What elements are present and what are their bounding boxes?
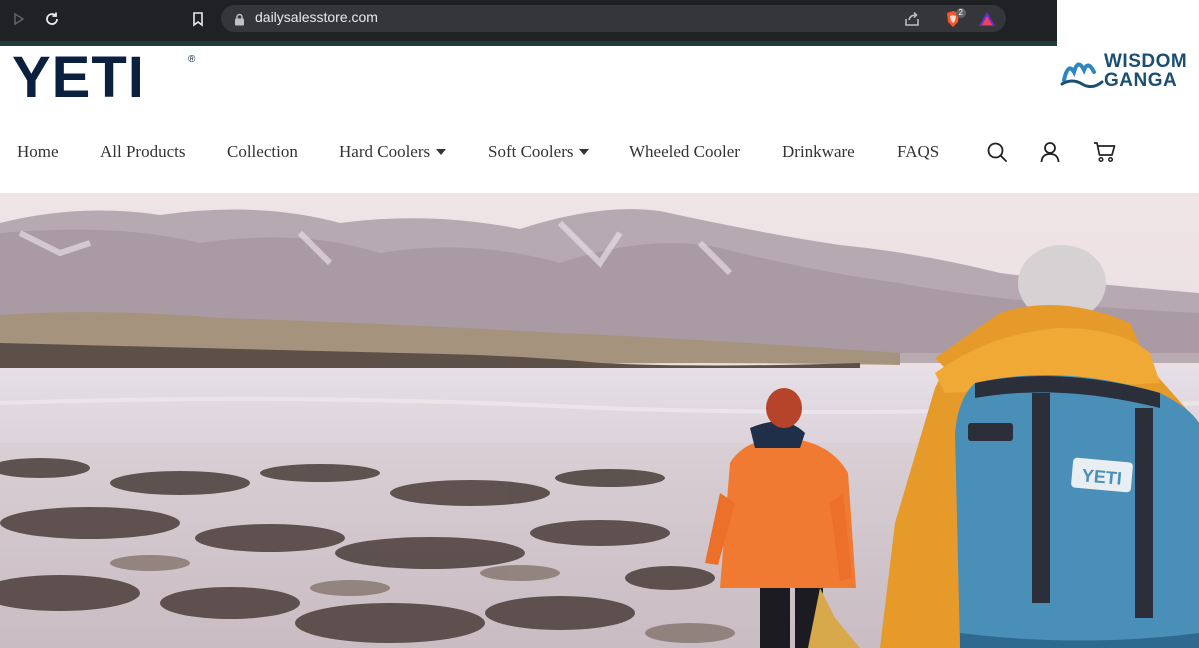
main-navigation: Home All Products Collection Hard Cooler…: [0, 130, 1199, 174]
brave-rewards-icon[interactable]: [977, 9, 997, 29]
wisdom-ganga-watermark: WISDOM GANGA: [1060, 50, 1199, 96]
watermark-line1: WISDOM: [1104, 51, 1188, 72]
reload-icon[interactable]: [41, 8, 63, 30]
hero-banner[interactable]: YETI: [0, 193, 1199, 648]
nav-soft-coolers[interactable]: Soft Coolers: [488, 142, 590, 162]
bag-logo: YETI: [1081, 465, 1123, 488]
watermark-line2: GANGA: [1104, 70, 1178, 91]
nav-label: Hard Coolers: [339, 142, 431, 161]
wave-logo-icon: [1060, 62, 1104, 89]
lock-icon: [229, 9, 249, 29]
nav-drinkware[interactable]: Drinkware: [782, 142, 855, 162]
nav-label: Collection: [227, 142, 298, 161]
nav-home[interactable]: Home: [17, 142, 59, 162]
brave-shield-icon[interactable]: 2: [943, 8, 966, 29]
nav-collection[interactable]: Collection: [227, 142, 298, 162]
nav-faqs[interactable]: FAQS: [897, 142, 939, 162]
nav-label: Wheeled Cooler: [629, 142, 740, 161]
play-icon[interactable]: [8, 8, 30, 30]
registered-mark: ®: [188, 54, 196, 65]
nav-hard-coolers[interactable]: Hard Coolers: [339, 142, 447, 162]
nav-label: Home: [17, 142, 59, 161]
extension-badge: 2: [955, 8, 966, 18]
cart-icon[interactable]: [1093, 140, 1117, 164]
nav-label: All Products: [100, 142, 186, 161]
nav-wheeled-cooler[interactable]: Wheeled Cooler: [629, 142, 740, 162]
url-text[interactable]: dailysalesstore.com: [255, 9, 378, 25]
nav-label: FAQS: [897, 142, 940, 161]
share-icon[interactable]: [902, 9, 922, 29]
hero-image: YETI: [0, 193, 1199, 648]
logo-text: YETI: [12, 45, 145, 110]
nav-all-products[interactable]: All Products: [100, 142, 185, 162]
browser-toolbar: dailysalesstore.com 2: [0, 0, 1057, 46]
nav-label: Soft Coolers: [488, 142, 574, 161]
search-icon[interactable]: [985, 140, 1009, 164]
bookmark-icon[interactable]: [187, 8, 209, 30]
yeti-logo[interactable]: YETI ®: [12, 45, 195, 110]
address-bar[interactable]: dailysalesstore.com 2: [221, 5, 1006, 32]
caret-down-icon: [579, 149, 590, 155]
caret-down-icon: [436, 149, 447, 155]
nav-label: Drinkware: [782, 142, 855, 161]
account-icon[interactable]: [1038, 140, 1062, 164]
